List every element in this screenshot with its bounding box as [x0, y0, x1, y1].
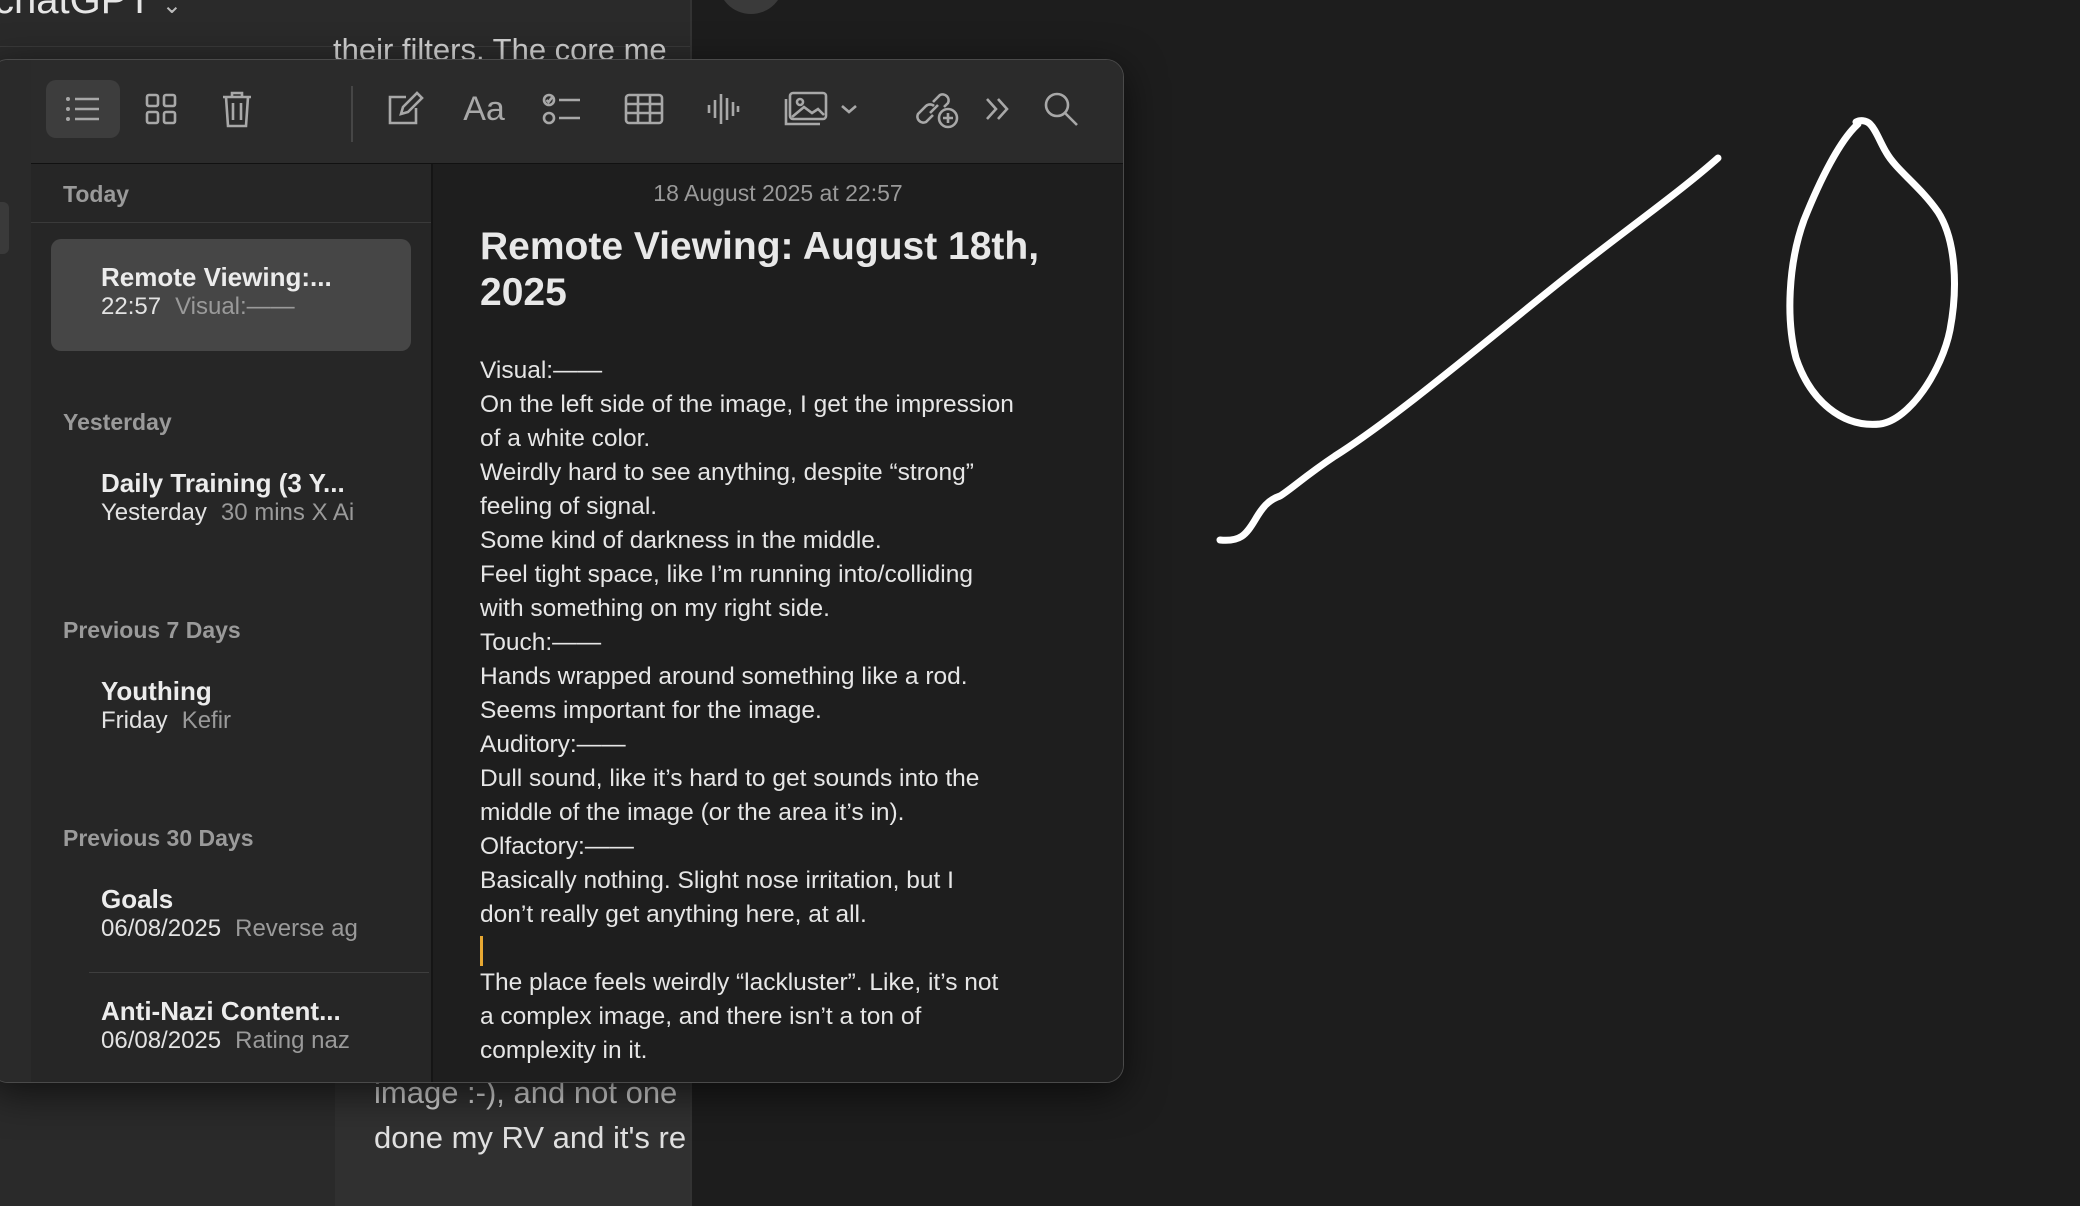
text-caret: [480, 935, 483, 966]
background-text-snippet: done my RV and it's re: [374, 1120, 687, 1155]
note-preview: Reverse ag: [235, 915, 358, 942]
note-preview: Kefir: [181, 707, 232, 734]
note-line: Auditory:——: [480, 731, 626, 758]
note-line: with something on my right side.: [480, 595, 830, 622]
format-button[interactable]: Aa: [449, 80, 519, 138]
note-title: Remote Viewing:...: [101, 262, 332, 292]
drawn-stroke-line: [1216, 154, 1722, 544]
gallery-view-button[interactable]: [131, 80, 191, 138]
section-header-previous-30-days: Previous 30 Days: [63, 825, 254, 851]
folders-pane-edge: [0, 60, 33, 1082]
note-title: Youthing: [101, 676, 212, 706]
section-header-previous-7-days: Previous 7 Days: [63, 617, 241, 643]
audio-icon: [707, 94, 740, 124]
note-item-remote-viewing[interactable]: Remote Viewing:... 22:57 Visual:——: [51, 239, 411, 351]
avatar[interactable]: [718, 0, 784, 14]
note-item-youthing[interactable]: Youthing Friday Kefir: [51, 655, 411, 767]
note-item-daily-training[interactable]: Daily Training (3 Y... Yesterday 30 mins …: [51, 447, 411, 559]
note-item-anti-nazi-content[interactable]: Anti-Nazi Content... 06/08/2025 Rating na…: [51, 975, 411, 1082]
note-time: 22:57: [101, 293, 162, 320]
note-meta: 22:57 Visual:——: [101, 293, 387, 321]
freehand-drawing: [1216, 117, 1958, 544]
chevron-down-icon: ⌄: [161, 0, 182, 19]
checklist-button[interactable]: [529, 80, 595, 138]
note-title: Daily Training (3 Y...: [101, 468, 345, 498]
format-text-icon: Aa: [463, 89, 505, 128]
note-line: Hands wrapped around something like a ro…: [480, 663, 968, 690]
note-line-caret: [480, 932, 1100, 966]
note-line: a complex image, and there isn’t a ton o…: [480, 1003, 922, 1030]
note-preview: Visual:——: [175, 293, 295, 320]
note-line: Dull sound, like it’s hard to get sounds…: [480, 765, 980, 792]
list-view-button[interactable]: [46, 80, 120, 138]
note-line: don’t really get anything here, at all.: [480, 901, 867, 928]
note-meta: Yesterday 30 mins X Ai: [101, 499, 387, 527]
note-meta: 06/08/2025 Rating naz: [101, 1027, 387, 1055]
note-line: middle of the image (or the area it’s in…: [480, 799, 905, 826]
checklist-icon: [542, 93, 580, 125]
search-icon: [1044, 92, 1078, 126]
divider: [89, 972, 429, 973]
note-line: Visual:——: [480, 357, 603, 384]
toolbar: Aa: [31, 60, 1123, 164]
note-item-goals[interactable]: Goals 06/08/2025 Reverse ag: [51, 863, 411, 975]
delete-button[interactable]: [207, 80, 267, 138]
note-title: Goals: [101, 884, 174, 914]
folder-tab[interactable]: [0, 202, 9, 254]
chevron-down-icon: [841, 105, 857, 114]
collaborate-icon: [916, 93, 959, 129]
note-line: Basically nothing. Slight nose irritatio…: [480, 867, 954, 894]
note-time: Friday: [101, 707, 168, 734]
drawn-stroke-loop: [1786, 117, 1958, 428]
more-icon: [986, 98, 1009, 120]
note-line: Some kind of darkness in the middle.: [480, 527, 882, 554]
background-window-title-text: chatGPT: [0, 0, 152, 22]
note-line: Seems important for the image.: [480, 697, 822, 724]
note-body[interactable]: Visual:—— On the left side of the image,…: [480, 354, 1100, 1068]
background-window-title[interactable]: chatGPT ⌄: [0, 0, 182, 23]
note-time: Yesterday: [101, 499, 207, 526]
note-preview: Rating naz: [235, 1027, 350, 1054]
list-view-icon: [66, 97, 99, 121]
note-line: Weirdly hard to see anything, despite “s…: [480, 459, 974, 486]
trash-icon: [223, 91, 251, 128]
section-header-yesterday: Yesterday: [63, 409, 172, 435]
note-line: Olfactory:——: [480, 833, 634, 860]
media-icon: [784, 91, 828, 126]
note-line: The place feels weirdly “lackluster”. Li…: [480, 969, 999, 996]
table-button[interactable]: [611, 80, 677, 138]
note-line: Touch:——: [480, 629, 602, 656]
note-preview: 30 mins X Ai: [220, 499, 355, 526]
note-meta: 06/08/2025 Reverse ag: [101, 915, 387, 943]
audio-button[interactable]: [693, 80, 753, 138]
search-button[interactable]: [1031, 80, 1091, 138]
note-time: 06/08/2025: [101, 1027, 222, 1054]
compose-icon: [388, 91, 424, 125]
note-line: Feel tight space, like I’m running into/…: [480, 561, 973, 588]
more-button[interactable]: [972, 80, 1022, 138]
media-button[interactable]: [773, 80, 869, 138]
new-note-button[interactable]: [375, 80, 435, 138]
note-heading[interactable]: Remote Viewing: August 18th, 2025: [480, 224, 1060, 316]
note-editor[interactable]: 18 August 2025 at 22:57 Remote Viewing: …: [433, 164, 1123, 1082]
notes-window: Aa Today Remote Viewing:... 22:57 Visual…: [0, 59, 1124, 1083]
collaborate-button[interactable]: [908, 80, 968, 138]
note-line: complexity in it.: [480, 1037, 648, 1064]
note-time: 06/08/2025: [101, 915, 222, 942]
note-line: feeling of signal.: [480, 493, 658, 520]
note-line: On the left side of the image, I get the…: [480, 391, 1014, 418]
note-title: Anti-Nazi Content...: [101, 996, 341, 1026]
table-icon: [624, 93, 664, 125]
note-date: 18 August 2025 at 22:57: [653, 180, 903, 206]
notes-list: Today Remote Viewing:... 22:57 Visual:—— …: [31, 164, 433, 1082]
divider: [31, 222, 431, 223]
note-meta: Friday Kefir: [101, 707, 387, 735]
section-header-today: Today: [63, 181, 130, 207]
gallery-view-icon: [145, 93, 177, 125]
note-line: of a white color.: [480, 425, 651, 452]
toolbar-separator: [351, 86, 353, 142]
